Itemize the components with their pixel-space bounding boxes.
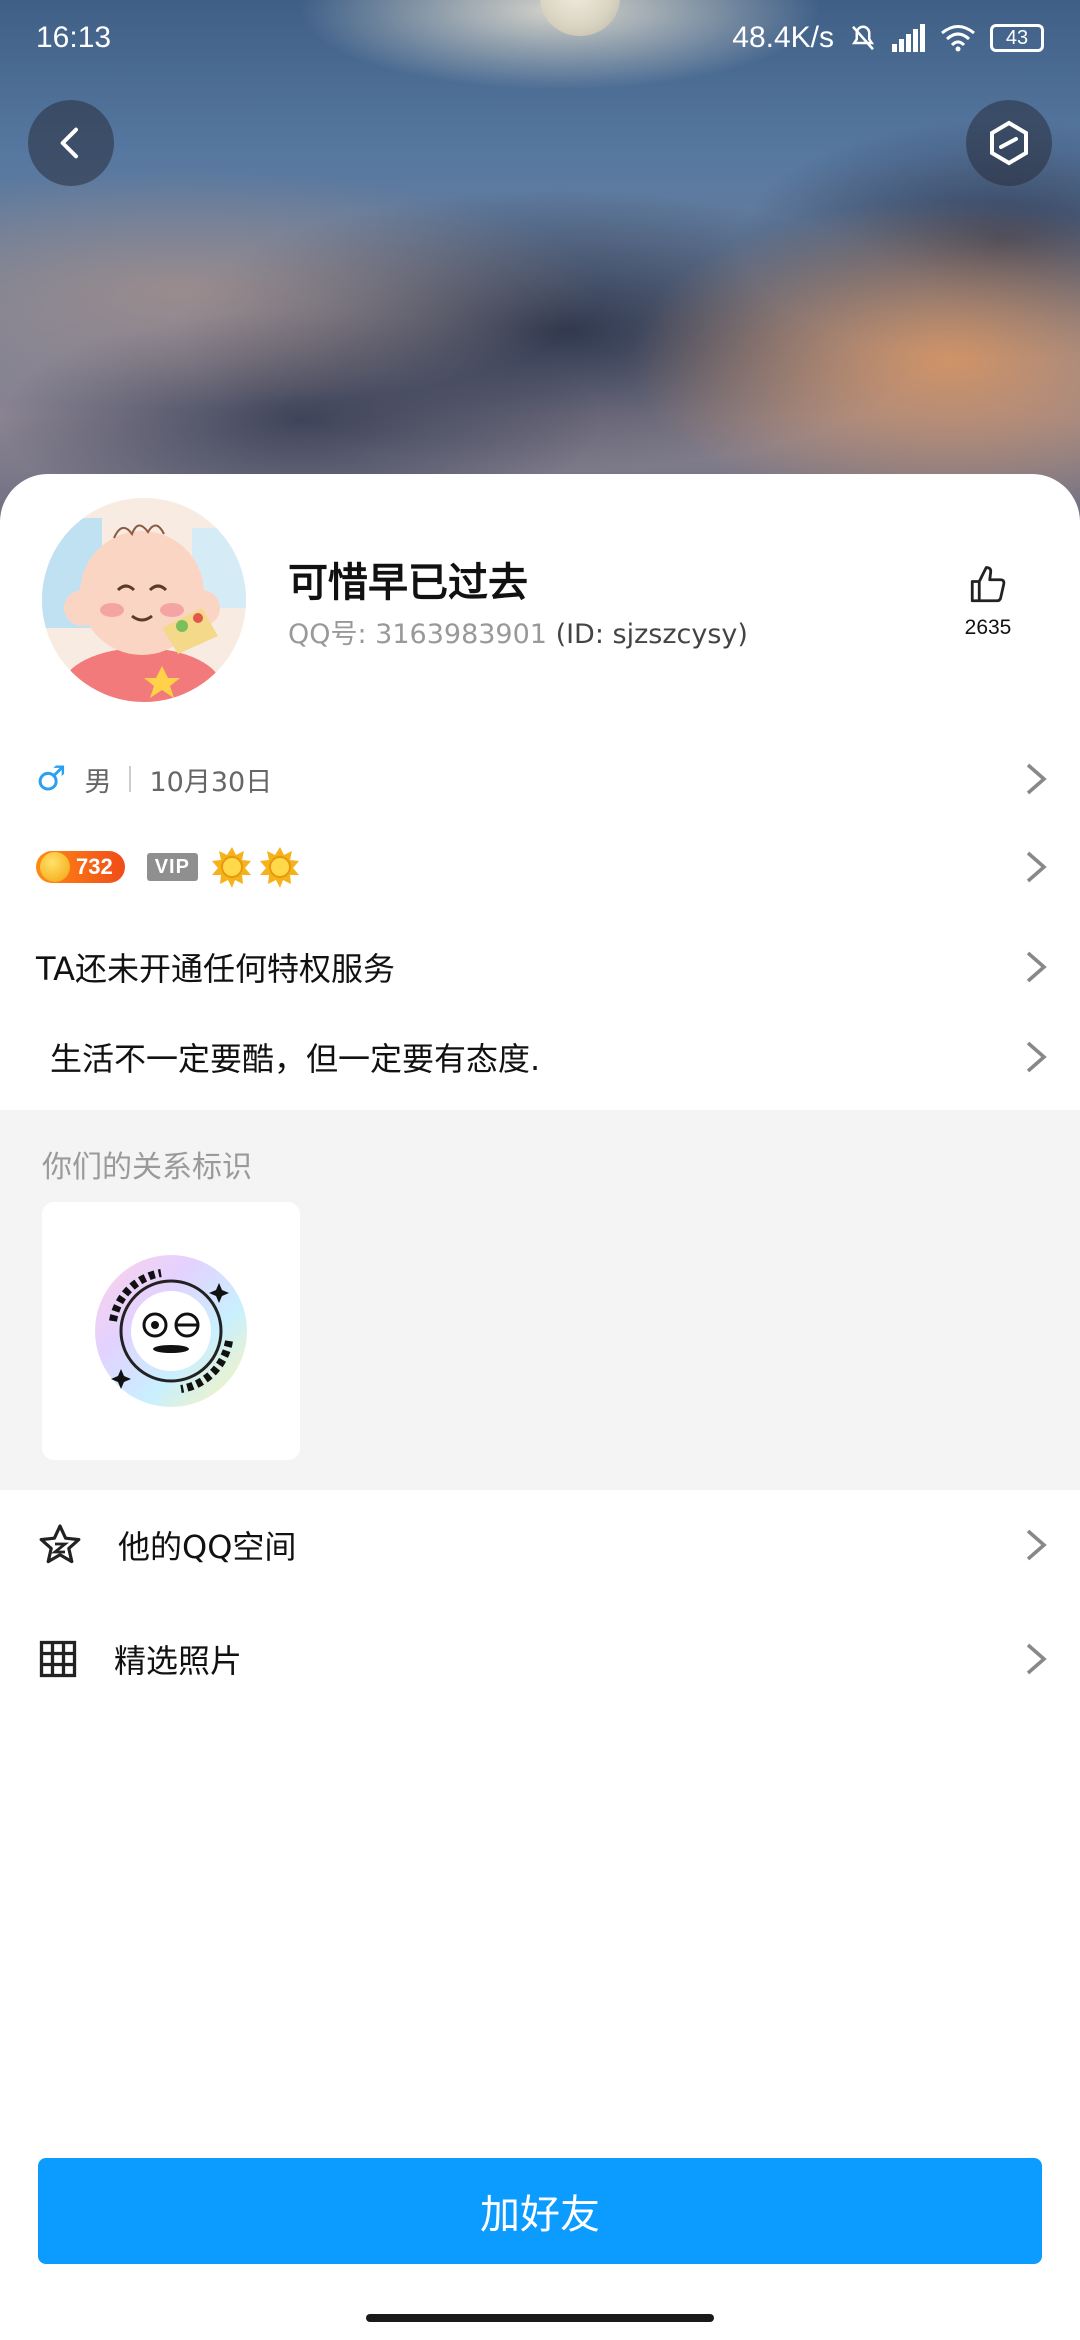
chevron-right-icon — [1026, 951, 1047, 983]
thumbs-up-icon — [970, 566, 1006, 603]
relation-section: 你们的关系标识 — [0, 1110, 1080, 1490]
photos-label: 精选照片 — [114, 1642, 243, 1680]
add-friend-button[interactable]: 加好友 — [38, 2158, 1042, 2264]
level-badge: 732 — [36, 851, 125, 883]
nickname: 可惜早已过去 — [288, 560, 528, 606]
home-indicator[interactable] — [366, 2314, 714, 2322]
chevron-right-icon — [1026, 1529, 1047, 1561]
network-speed: 48.4K/s — [732, 21, 834, 54]
relation-badge-card[interactable] — [42, 1202, 300, 1460]
signature-text: 生活不一定要酷，但一定要有态度. — [50, 1040, 541, 1078]
signature-row[interactable]: 生活不一定要酷，但一定要有态度. — [0, 1012, 1080, 1102]
qzone-row[interactable]: 他的QQ空间 — [0, 1490, 1080, 1600]
level-coin-icon — [40, 852, 70, 882]
qq-id: (ID: sjzszcysy) — [555, 619, 748, 650]
avatar[interactable] — [38, 494, 250, 706]
grid-icon — [39, 1640, 77, 1678]
level-row[interactable]: 732 VIP — [0, 822, 1080, 912]
like-button[interactable]: 2635 — [952, 564, 1024, 640]
basic-info-row[interactable]: ♂ 男 10月30日 — [0, 734, 1080, 824]
status-bar: 16:13 48.4K/s 43 — [0, 0, 1080, 76]
signal-icon — [892, 24, 925, 52]
relation-title: 你们的关系标识 — [42, 1150, 252, 1185]
like-count: 2635 — [964, 616, 1012, 639]
qq-number-line: QQ号: 3163983901 (ID: sjzszcysy) — [288, 612, 748, 651]
vip-badge: VIP — [146, 853, 198, 881]
avatar-cartoon-image — [42, 498, 246, 702]
profile-cover-image — [0, 0, 1080, 520]
privilege-row[interactable]: TA还未开通任何特权服务 — [0, 922, 1080, 1012]
relation-badge-icon — [95, 1255, 247, 1407]
chevron-right-icon — [1026, 1041, 1047, 1073]
battery-icon: 43 — [990, 24, 1044, 52]
qq-number: QQ号: 3163983901 — [288, 619, 547, 650]
sun-badge-icon — [211, 847, 251, 888]
qzone-label: 他的QQ空间 — [118, 1528, 297, 1566]
wifi-icon — [941, 25, 975, 52]
back-arrow-icon — [60, 127, 78, 159]
birthday-text: 10月30日 — [149, 766, 273, 798]
mute-icon — [851, 25, 875, 51]
qzone-star-icon — [39, 1524, 81, 1564]
sun-badge-icon — [259, 847, 299, 888]
male-icon: ♂ — [36, 759, 67, 799]
chevron-right-icon — [1026, 763, 1047, 795]
back-button[interactable] — [28, 100, 114, 186]
privilege-text: TA还未开通任何特权服务 — [36, 950, 395, 988]
info-divider — [129, 766, 132, 792]
hexagon-menu-icon — [990, 120, 1028, 166]
status-icons: 48.4K/s 43 — [732, 21, 1044, 55]
photos-row[interactable]: 精选照片 — [0, 1604, 1080, 1714]
chevron-right-icon — [1026, 1643, 1047, 1675]
status-time: 16:13 — [36, 21, 112, 54]
level-number: 732 — [76, 854, 113, 879]
chevron-right-icon — [1026, 851, 1047, 883]
battery-level: 43 — [1005, 27, 1029, 49]
gender-text: 男 — [84, 766, 112, 798]
more-button[interactable] — [966, 100, 1052, 186]
